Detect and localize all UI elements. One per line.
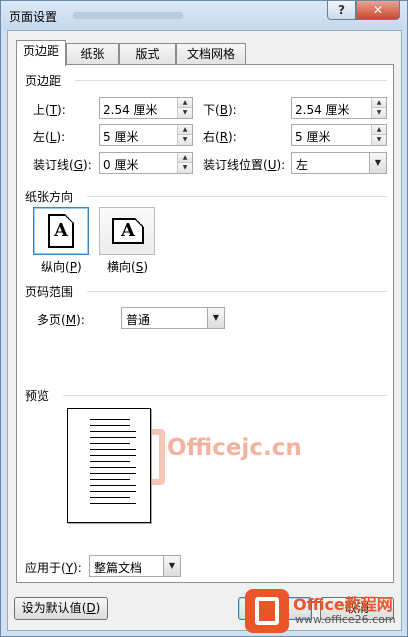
apply-to-select[interactable]: 整篇文档 ▼	[89, 555, 181, 577]
bottom-margin-spinner[interactable]: 2.54 厘米 ▲ ▼	[291, 97, 387, 119]
pages-group-line	[87, 291, 387, 292]
top-margin-label: 上(T):	[33, 103, 66, 117]
close-button[interactable]: ✕	[356, 1, 400, 20]
preview-group-title: 预览	[25, 389, 50, 403]
landscape-orientation-button[interactable]: A	[99, 207, 155, 255]
top-margin-up-arrow-icon[interactable]: ▲	[178, 98, 192, 108]
margins-group-title: 页边距	[25, 74, 62, 88]
portrait-orientation-button[interactable]: A	[33, 207, 89, 255]
preview-page	[67, 408, 151, 523]
gutter-position-select[interactable]: 左 ▼	[291, 152, 387, 174]
help-button[interactable]: ?	[327, 1, 356, 20]
gutter-up-arrow-icon[interactable]: ▲	[178, 153, 192, 163]
gutter-label: 装订线(G):	[33, 158, 92, 172]
gutter-position-value: 左	[296, 158, 309, 172]
right-margin-spinner[interactable]: 5 厘米 ▲ ▼	[291, 124, 387, 146]
left-margin-spinner[interactable]: 5 厘米 ▲ ▼	[99, 124, 193, 146]
preview-group-line	[63, 395, 387, 396]
watermark-text: Officejc.cn	[167, 435, 302, 461]
gutter-position-dropdown-arrow-icon[interactable]: ▼	[369, 153, 386, 173]
gutter-value: 0 厘米	[103, 158, 139, 172]
landscape-page-icon: A	[112, 218, 144, 244]
multiple-pages-dropdown-arrow-icon[interactable]: ▼	[207, 308, 224, 328]
bottom-margin-down-arrow-icon[interactable]: ▼	[372, 108, 386, 118]
bottom-margin-value: 2.54 厘米	[295, 103, 350, 117]
right-margin-down-arrow-icon[interactable]: ▼	[372, 135, 386, 145]
margins-group-line	[75, 80, 387, 81]
badge-site-url: www.office26.com	[295, 613, 396, 626]
dialog-client: 页边距 纸张 版式 文档网格 页边距 上(T): 2.54 厘米 ▲ ▼ 下(B…	[7, 30, 402, 631]
margins-panel: 页边距 上(T): 2.54 厘米 ▲ ▼ 下(B): 2.54 厘米 ▲ ▼ …	[16, 64, 394, 583]
multiple-pages-value: 普通	[126, 313, 151, 327]
site-badge: Office教程网 www.office26.com	[245, 589, 405, 635]
left-margin-down-arrow-icon[interactable]: ▼	[178, 135, 192, 145]
top-margin-spinner[interactable]: 2.54 厘米 ▲ ▼	[99, 97, 193, 119]
bottom-margin-up-arrow-icon[interactable]: ▲	[372, 98, 386, 108]
right-margin-up-arrow-icon[interactable]: ▲	[372, 125, 386, 135]
gutter-spinner[interactable]: 0 厘米 ▲ ▼	[99, 152, 193, 174]
right-margin-label: 右(R):	[203, 130, 237, 144]
top-margin-down-arrow-icon[interactable]: ▼	[178, 108, 192, 118]
left-margin-up-arrow-icon[interactable]: ▲	[178, 125, 192, 135]
portrait-label: 纵向(P)	[41, 260, 82, 274]
tab-margins[interactable]: 页边距	[16, 40, 66, 66]
gutter-position-label: 装订线位置(U):	[203, 158, 286, 172]
page-setup-dialog: 页面设置 ? ✕ 页边距 纸张 版式 文档网格 页边距 上(T): 2.54 厘…	[0, 0, 408, 637]
multiple-pages-label: 多页(M):	[37, 313, 85, 327]
right-margin-value: 5 厘米	[295, 130, 331, 144]
tab-paper[interactable]: 纸张	[66, 43, 119, 65]
gutter-down-arrow-icon[interactable]: ▼	[178, 163, 192, 173]
top-margin-value: 2.54 厘米	[103, 103, 158, 117]
multiple-pages-select[interactable]: 普通 ▼	[121, 307, 225, 329]
set-as-default-button[interactable]: 设为默认值(D)	[14, 597, 108, 620]
orientation-group-line	[87, 196, 387, 197]
pages-group-title: 页码范围	[25, 285, 74, 299]
office-logo-icon	[245, 589, 289, 633]
dialog-title: 页面设置	[9, 10, 58, 24]
badge-site-name: Office教程网	[293, 595, 393, 614]
blurred-title-suffix	[73, 12, 183, 19]
left-margin-label: 左(L):	[33, 130, 66, 144]
left-margin-value: 5 厘米	[103, 130, 139, 144]
orientation-group-title: 纸张方向	[25, 190, 74, 204]
apply-to-dropdown-arrow-icon[interactable]: ▼	[163, 556, 180, 576]
portrait-page-icon: A	[48, 214, 74, 248]
bottom-margin-label: 下(B):	[203, 103, 237, 117]
tab-layout[interactable]: 版式	[119, 43, 176, 65]
apply-to-label: 应用于(Y):	[25, 561, 82, 575]
tab-document-grid[interactable]: 文档网格	[176, 43, 246, 65]
landscape-label: 横向(S)	[107, 260, 149, 274]
title-bar: 页面设置 ? ✕	[1, 1, 407, 30]
apply-to-value: 整篇文档	[94, 561, 143, 575]
